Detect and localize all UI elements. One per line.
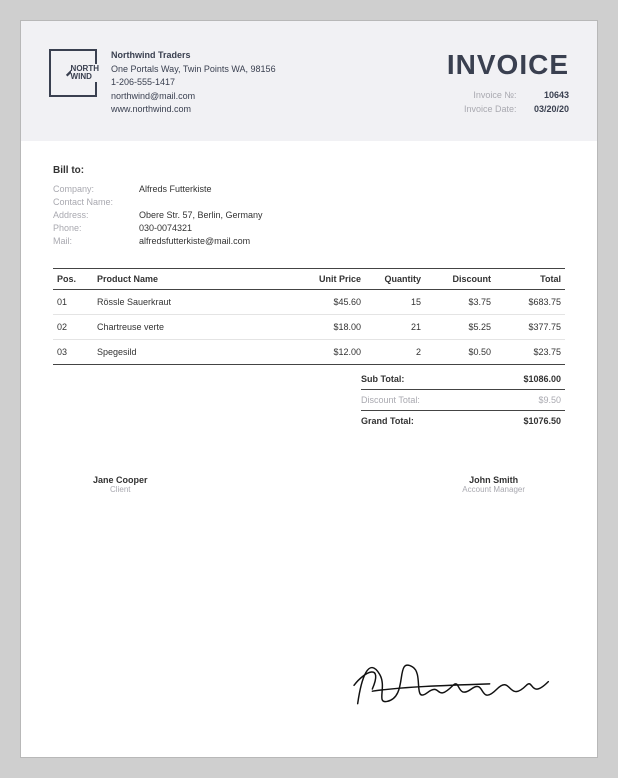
billto-company-label: Company: [53, 184, 139, 194]
th-pos: Pos. [53, 268, 93, 289]
company-website: www.northwind.com [111, 103, 446, 117]
billto-mail-label: Mail: [53, 236, 139, 246]
billto-mail: alfredsfutterkiste@mail.com [139, 236, 565, 246]
cell-disc: $0.50 [425, 339, 495, 364]
items-table: Pos. Product Name Unit Price Quantity Di… [53, 268, 565, 365]
invoice-block: INVOICE Invoice №: 10643 Invoice Date: 0… [446, 49, 569, 116]
cell-name: Rössle Sauerkraut [93, 289, 295, 314]
body: Bill to: Company: Alfreds Futterkiste Co… [21, 141, 597, 494]
cell-name: Chartreuse verte [93, 314, 295, 339]
cell-qty: 2 [365, 339, 425, 364]
grand-total-label: Grand Total: [361, 416, 481, 426]
cell-price: $45.60 [295, 289, 365, 314]
totals: Sub Total: $1086.00 Discount Total: $9.5… [53, 369, 565, 431]
billto-company: Alfreds Futterkiste [139, 184, 565, 194]
cell-total: $683.75 [495, 289, 565, 314]
signature-left: Jane Cooper Client [93, 475, 148, 494]
signature-right-name: John Smith [462, 475, 525, 485]
signature-right-role: Account Manager [462, 485, 525, 494]
subtotal-value: $1086.00 [481, 374, 561, 384]
cell-disc: $5.25 [425, 314, 495, 339]
table-row: 01 Rössle Sauerkraut $45.60 15 $3.75 $68… [53, 289, 565, 314]
logo-text: NORTH WIND [71, 64, 99, 82]
billto-contact [139, 197, 565, 207]
th-name: Product Name [93, 268, 295, 289]
table-row: 03 Spegesild $12.00 2 $0.50 $23.75 [53, 339, 565, 364]
signature-right: John Smith Account Manager [462, 475, 525, 494]
company-email: northwind@mail.com [111, 90, 446, 104]
discount-total-value: $9.50 [481, 395, 561, 405]
signatures: Jane Cooper Client John Smith Account Ma… [53, 475, 565, 494]
billto-address: Obere Str. 57, Berlin, Germany [139, 210, 565, 220]
invoice-date-label: Invoice Date: [446, 103, 516, 117]
invoice-meta: Invoice №: 10643 Invoice Date: 03/20/20 [446, 89, 569, 116]
billto-phone: 030-0074321 [139, 223, 565, 233]
billto-title: Bill to: [53, 165, 565, 176]
signature-left-role: Client [93, 485, 148, 494]
th-disc: Discount [425, 268, 495, 289]
items-body: 01 Rössle Sauerkraut $45.60 15 $3.75 $68… [53, 289, 565, 364]
logo-box: NORTH WIND [49, 49, 97, 97]
company-address: One Portals Way, Twin Points WA, 98156 [111, 63, 446, 77]
cell-qty: 21 [365, 314, 425, 339]
cell-price: $12.00 [295, 339, 365, 364]
invoice-date-value: 03/20/20 [519, 103, 569, 117]
company-info: Northwind Traders One Portals Way, Twin … [111, 49, 446, 117]
billto-phone-label: Phone: [53, 223, 139, 233]
billto-grid: Company: Alfreds Futterkiste Contact Nam… [53, 184, 565, 246]
signature-icon [343, 633, 563, 723]
cell-total: $377.75 [495, 314, 565, 339]
header: NORTH WIND Northwind Traders One Portals… [21, 21, 597, 141]
cell-pos: 02 [53, 314, 93, 339]
invoice-page: NORTH WIND Northwind Traders One Portals… [20, 20, 598, 758]
cell-pos: 03 [53, 339, 93, 364]
billto-address-label: Address: [53, 210, 139, 220]
cell-disc: $3.75 [425, 289, 495, 314]
company-phone: 1-206-555-1417 [111, 76, 446, 90]
company-name: Northwind Traders [111, 49, 446, 63]
table-row: 02 Chartreuse verte $18.00 21 $5.25 $377… [53, 314, 565, 339]
logo-line2: WIND [71, 73, 99, 81]
discount-total-label: Discount Total: [361, 395, 481, 405]
cell-total: $23.75 [495, 339, 565, 364]
signature-left-name: Jane Cooper [93, 475, 148, 485]
cell-qty: 15 [365, 289, 425, 314]
invoice-title: INVOICE [446, 49, 569, 81]
items-header-row: Pos. Product Name Unit Price Quantity Di… [53, 268, 565, 289]
th-qty: Quantity [365, 268, 425, 289]
th-price: Unit Price [295, 268, 365, 289]
cell-pos: 01 [53, 289, 93, 314]
invoice-no-value: 10643 [519, 89, 569, 103]
billto-contact-label: Contact Name: [53, 197, 139, 207]
th-total: Total [495, 268, 565, 289]
cell-name: Spegesild [93, 339, 295, 364]
cell-price: $18.00 [295, 314, 365, 339]
invoice-no-label: Invoice №: [446, 89, 516, 103]
grand-total-value: $1076.50 [481, 416, 561, 426]
subtotal-label: Sub Total: [361, 374, 481, 384]
